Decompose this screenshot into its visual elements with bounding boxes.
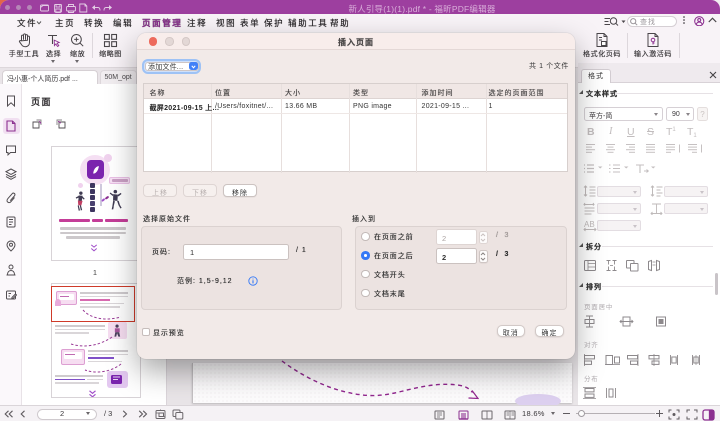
svg-text:AB: AB [584, 220, 595, 229]
